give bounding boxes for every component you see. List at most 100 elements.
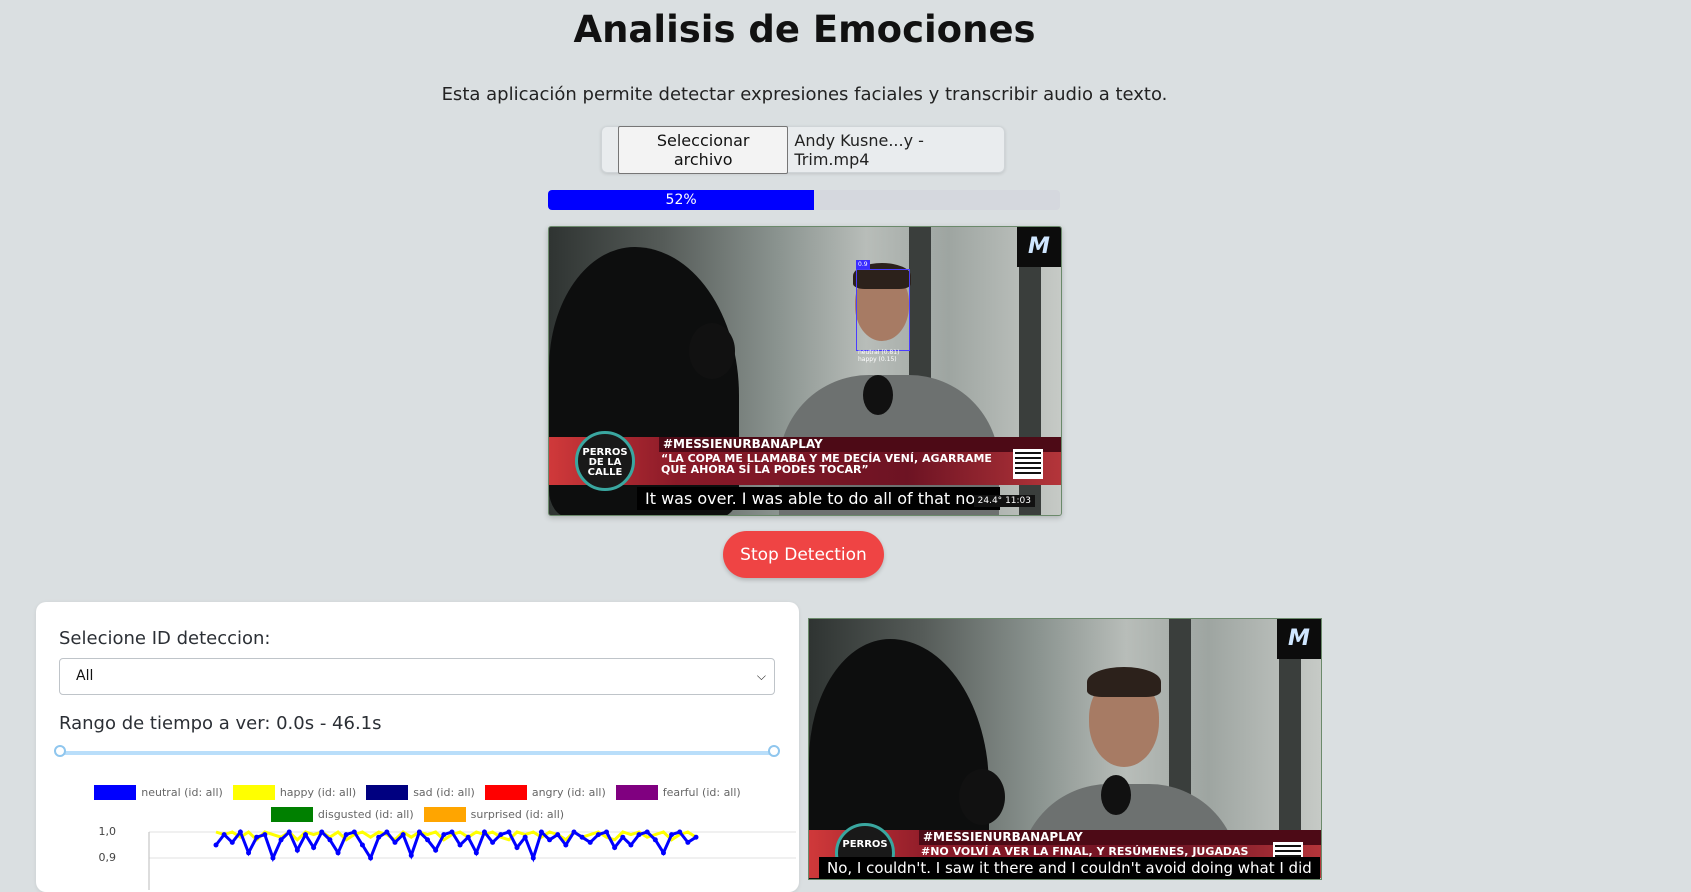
neutral-data-point (693, 834, 699, 840)
video-caption: No, I couldn't. I saw it there and I cou… (819, 857, 1320, 879)
neutral-data-point (628, 842, 634, 848)
y-tick-label: 0,9 (99, 851, 117, 864)
channel-logo-icon: M (1017, 227, 1061, 267)
range-start-handle[interactable] (54, 745, 66, 757)
neutral-data-point (311, 845, 317, 851)
video-caption: It was over. I was able to do all of tha… (637, 487, 1000, 510)
neutral-data-point (685, 839, 691, 845)
neutral-data-point (522, 834, 528, 840)
neutral-data-point (408, 852, 414, 858)
legend-angry[interactable]: angry (id: all) (484, 785, 606, 800)
neutral-data-point (302, 832, 308, 838)
neutral-data-point (506, 829, 512, 835)
progress-bar: 52% (548, 190, 1060, 210)
neutral-data-point (254, 834, 260, 840)
neutral-data-point (416, 829, 422, 835)
legend-swatch (615, 785, 658, 800)
neutral-data-point (262, 832, 268, 838)
neutral-data-point (270, 855, 276, 861)
clock-text: 11:03 (1005, 496, 1031, 506)
legend-fearful[interactable]: fearful (id: all) (615, 785, 741, 800)
legend-sad[interactable]: sad (id: all) (366, 785, 475, 800)
neutral-data-point (294, 847, 300, 853)
neutral-data-point (327, 837, 333, 843)
legend-label: neutral (id: all) (141, 786, 223, 799)
neutral-data-point (660, 850, 666, 856)
neutral-data-point (457, 842, 463, 848)
microphone-icon (863, 375, 893, 415)
channel-badge: PERROS DE LA CALLE (575, 431, 635, 491)
emotion-line-chart: 1,0 0,9 (99, 825, 796, 890)
neutral-data-point (286, 829, 292, 835)
page-subtitle: Esta aplicación permite detectar expresi… (441, 84, 1168, 105)
neutral-data-point (376, 834, 382, 840)
neutral-data-point (652, 837, 658, 843)
person-hair (1087, 667, 1161, 697)
neutral-data-point (555, 832, 561, 838)
neutral-data-point (473, 850, 479, 856)
neutral-data-point (319, 829, 325, 835)
face-emotion-labels: neutral (0.81) happy (0.15) (858, 349, 899, 363)
page-title: Analisis de Emociones (573, 8, 1036, 51)
range-end-handle[interactable] (768, 745, 780, 757)
neutral-data-point (465, 834, 471, 840)
neutral-data-point (229, 839, 235, 845)
channel-logo-icon: M (1277, 619, 1321, 659)
microphone-icon (959, 769, 1005, 825)
video-player[interactable]: 0.9 neutral (0.81) happy (0.15) M #MESSI… (548, 226, 1062, 516)
neutral-data-point (237, 829, 243, 835)
time-range-slider[interactable] (59, 751, 779, 755)
legend-swatch (232, 785, 275, 800)
legend-neutral[interactable]: neutral (id: all) (94, 785, 223, 800)
progress-fill: 52% (548, 190, 815, 210)
chevron-down-icon: ⌵ (756, 669, 766, 683)
banner-quote: #NO VOLVÍ A VER LA FINAL, Y RESÚMENES, J… (921, 845, 1249, 858)
neutral-data-point (343, 832, 349, 838)
select-file-button[interactable]: Seleccionar archivo (618, 125, 789, 174)
neutral-data-point (604, 829, 610, 835)
neutral-data-point (677, 829, 683, 835)
neutral-data-point (433, 847, 439, 853)
neutral-data-point (335, 850, 341, 856)
neutral-data-point (644, 829, 650, 835)
detection-id-select[interactable]: All ⌵ (59, 658, 775, 695)
neutral-data-point (384, 829, 390, 835)
neutral-data-point (213, 842, 219, 848)
neutral-data-point (612, 845, 618, 851)
legend-swatch (94, 785, 137, 800)
neutral-data-point (449, 829, 455, 835)
legend-happy[interactable]: happy (id: all) (232, 785, 356, 800)
neutral-data-point (669, 832, 675, 838)
neutral-data-point (490, 839, 496, 845)
neutral-data-point (359, 842, 365, 848)
neutral-data-point (392, 839, 398, 845)
neutral-data-point (547, 837, 553, 843)
analysis-panel: Selecione ID deteccion: All ⌵ Rango de t… (36, 602, 799, 892)
select-id-label: Selecione ID deteccion: (59, 628, 271, 649)
banner-quote: “LA COPA ME LLAMABA Y ME DECÍA VENÍ, AGA… (661, 452, 992, 476)
neutral-data-point (278, 837, 284, 843)
chart-legend-row-1: neutral (id: all) happy (id: all) sad (i… (36, 785, 799, 800)
face-detection-box (856, 269, 910, 351)
neutral-data-point (351, 829, 357, 835)
file-input: Seleccionar archivo Andy Kusne...y - Tri… (601, 125, 1005, 174)
microphone-icon (689, 323, 735, 379)
neutral-data-point (498, 832, 504, 838)
microphone-icon (1101, 775, 1131, 815)
stop-detection-button[interactable]: Stop Detection (723, 531, 884, 578)
video-preview[interactable]: M #MESSIENURBANAPLAY #NO VOLVÍ A VER LA … (808, 618, 1322, 880)
temperature-text: 24.4° (977, 496, 1003, 506)
legend-label: angry (id: all) (531, 786, 606, 799)
neutral-data-point (636, 832, 642, 838)
y-tick-label: 1,0 (99, 825, 117, 838)
neutral-data-point (579, 834, 585, 840)
face-label-happy: happy (0.15) (858, 356, 897, 363)
neutral-data-point (571, 829, 577, 835)
neutral-data-point (514, 845, 520, 851)
qr-code-icon (1013, 449, 1043, 479)
neutral-data-point (595, 832, 601, 838)
face-id-badge: 0.9 (856, 260, 870, 269)
neutral-data-point (587, 839, 593, 845)
legend-label: fearful (id: all) (662, 786, 741, 799)
legend-swatch (366, 785, 409, 800)
